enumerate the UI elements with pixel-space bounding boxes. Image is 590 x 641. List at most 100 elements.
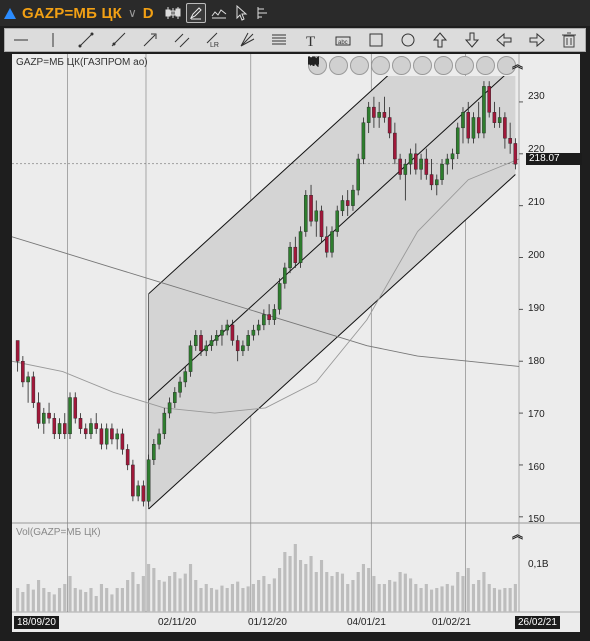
arrow-down-icon[interactable] [463,31,481,49]
volume-bar [498,589,502,612]
candle-body [63,423,67,435]
compress-horizontal-icon[interactable] [310,56,495,75]
candle-body [251,329,256,336]
zoom-fit-icon[interactable] [309,56,453,75]
candle-body [36,402,41,424]
volume-bar [414,584,418,612]
candle-body [26,376,30,383]
candle-body [230,324,235,341]
volume-bar [42,588,46,612]
candle-body [110,428,114,440]
y-tick: 190 [528,303,545,314]
volume-bar [288,556,292,612]
candle-body [152,444,156,460]
volume-bar [377,584,381,612]
volume-bar [325,572,329,612]
zoom-out-icon[interactable] [309,56,432,75]
volume-bar [403,573,407,612]
volume-bar [162,581,166,612]
volume-bar [246,586,250,612]
volume-bar [283,552,287,612]
volume-bar [471,584,476,612]
candle-body [445,158,450,165]
fork-icon[interactable] [238,31,256,49]
y-tick: 170 [528,409,545,420]
arrow-left-icon[interactable] [495,31,513,49]
collapse-pane-icon[interactable]: ︽ [512,56,523,72]
period-label[interactable]: D [143,5,154,22]
zoom-in-icon[interactable] [309,56,411,75]
volume-bar [508,588,512,612]
candle-body [330,231,334,253]
candle-body [173,392,177,403]
parallel-lines-icon[interactable] [173,31,191,49]
arrow-icon[interactable] [141,31,159,49]
text-icon[interactable]: T [302,31,320,49]
candle-body [419,158,423,170]
candle-body [272,309,277,320]
candle-body [382,112,387,118]
rectangle-icon[interactable] [367,31,385,49]
candle-body [241,345,245,352]
arrow-up-icon[interactable] [431,31,449,49]
price-chart-svg[interactable] [12,54,580,632]
candle-body [68,397,72,435]
chevron-down-icon[interactable]: ∨ [128,6,137,20]
candle-body [52,418,57,435]
volume-bar [445,584,449,612]
arrow-right-icon[interactable] [528,31,546,49]
candles-icon[interactable] [164,4,182,22]
regression-channel-icon[interactable]: LR [205,31,223,49]
volume-bar [126,580,130,612]
ray-icon[interactable] [109,31,127,49]
volume-bar [84,592,88,612]
scroll-end-icon[interactable] [308,56,390,75]
stretch-horizontal-icon[interactable] [308,56,474,75]
ellipse-icon[interactable] [399,31,417,49]
collapse-volume-pane-icon[interactable]: ︽ [512,526,523,542]
candle-body [482,86,486,134]
volume-bar [429,589,434,612]
chart-area[interactable]: GAZP=МБ ЦК(ГАЗПРОМ ао) ︽ 230 220 210 200… [12,54,582,632]
candle-body [461,112,465,129]
label-icon[interactable]: abc [334,31,352,49]
candle-body [361,122,366,160]
candle-body [209,340,214,346]
candle-body [94,423,98,429]
volume-bar [220,585,224,612]
candle-body [47,412,51,419]
y-tick: 230 [528,91,545,102]
segment-icon[interactable] [77,31,95,49]
trash-icon[interactable] [560,31,578,49]
title-bar: GAZP=МБ ЦК ∨ D [0,0,590,26]
scale-icon[interactable] [254,4,272,22]
horizontal-line-icon[interactable] [12,31,30,49]
scroll-left-icon[interactable] [308,56,348,75]
candle-body [73,397,78,419]
volume-bar [105,588,109,612]
volume-bar [398,572,402,612]
volume-bar [115,588,119,612]
candle-body [324,236,329,253]
volume-bar [393,581,397,612]
volume-bar [147,564,151,612]
draw-cursor-icon[interactable] [185,3,206,23]
candle-body [146,459,151,502]
y-tick: 160 [528,462,545,473]
vertical-line-icon[interactable] [44,31,62,49]
volume-pane-label: Vol(GAZP=МБ ЦК) [16,527,101,538]
volume-bar [94,596,98,612]
scroll-right-icon[interactable] [309,56,369,75]
candle-body [440,163,444,180]
pointer-icon[interactable] [232,4,250,22]
candle-body [246,335,250,346]
candle-body [340,200,345,212]
candle-body [492,112,497,123]
volume-bar [167,576,172,612]
symbol-label[interactable]: GAZP=МБ ЦК [22,5,122,22]
volume-bar [409,578,413,612]
fibo-levels-icon[interactable] [270,31,288,49]
indicator-icon[interactable] [210,4,228,22]
volume-bar [267,584,271,612]
instrument-up-icon [4,7,16,19]
